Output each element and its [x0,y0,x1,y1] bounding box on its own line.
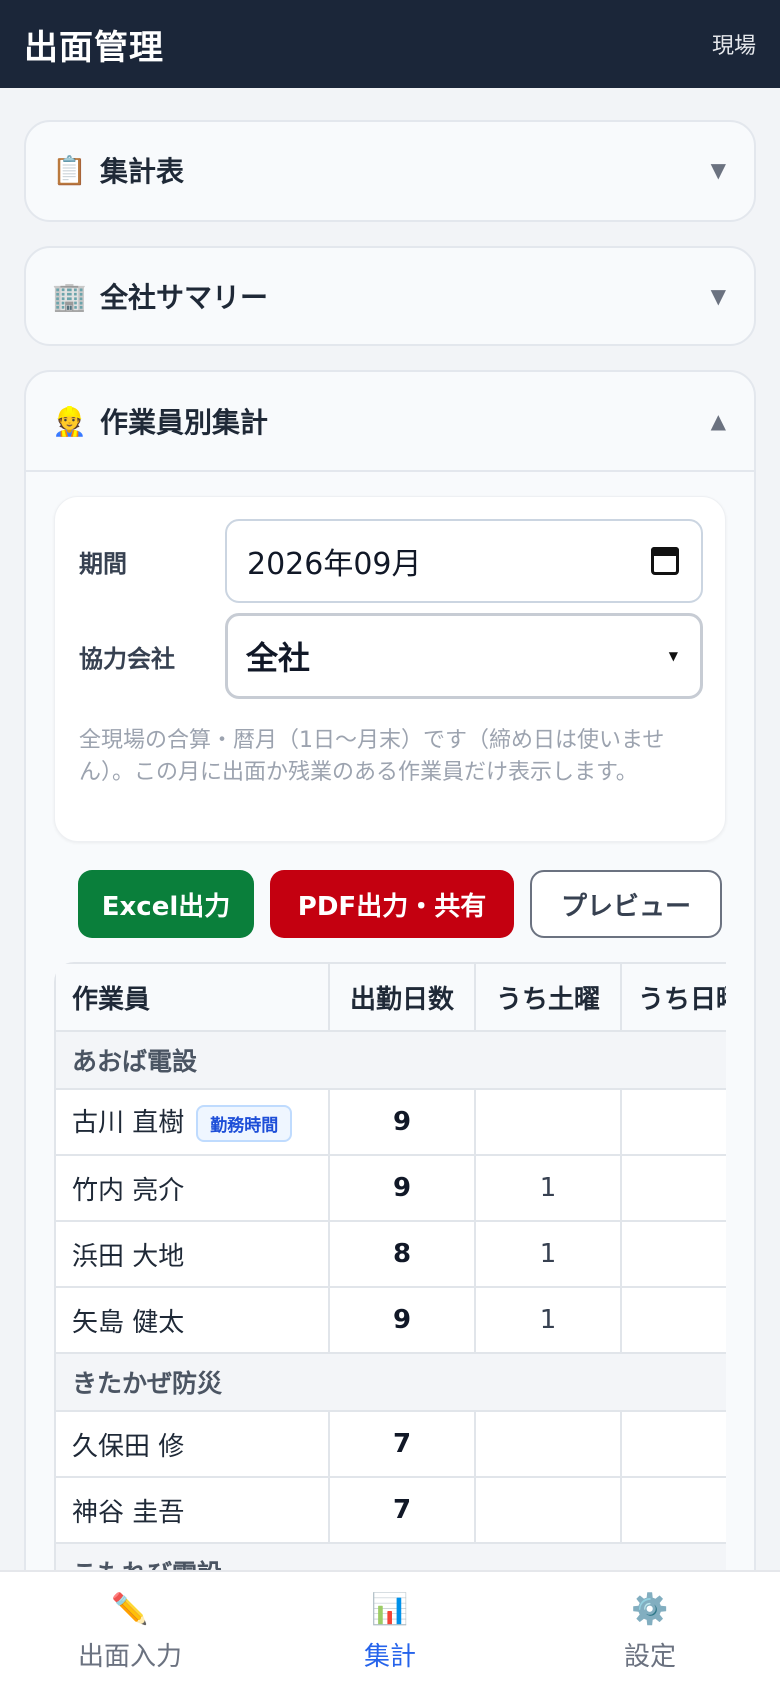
company-select[interactable]: 全社 ▼ [225,613,703,699]
worker-name: 矢島 健太 [54,1286,330,1354]
app-title: 出面管理 [24,27,164,68]
work-hours-badge: 勤務時間 [196,1105,293,1142]
table-row[interactable]: 矢島 健太 9 1 [54,1286,726,1354]
table-header-row: 作業員 出勤日数 うち土曜 うち日曜 [54,962,726,1032]
gear-icon: ⚙️ [631,1592,669,1627]
saturday-cell [474,1476,622,1544]
worker-name: 神谷 圭吾 [54,1476,330,1544]
days-cell: 9 [328,1088,476,1156]
app-header: 出面管理 現場 [0,0,780,88]
section-summary-table: 📋 集計表 ▼ [24,120,756,222]
clipboard-icon: 📋 [52,153,87,187]
section-company-summary: 🏢 全社サマリー ▼ [24,246,756,346]
section-title: 集計表 [100,155,185,188]
table-row[interactable]: 神谷 圭吾 7 [54,1476,726,1544]
construction-worker-icon: 👷 [52,404,87,438]
company-value: 全社 [246,639,311,677]
worker-name: 竹内 亮介 [54,1154,330,1222]
group-name: あおば電設 [54,1030,726,1090]
preview-button[interactable]: プレビュー [530,870,722,938]
saturday-cell: 1 [474,1286,622,1354]
nav-label: 設定 [623,1642,676,1672]
table-row[interactable]: 浜田 大地 8 1 [54,1220,726,1288]
table-row[interactable]: 古川 直樹 勤務時間 9 [54,1088,726,1156]
table-row[interactable]: 久保田 修 7 [54,1410,726,1478]
saturday-cell [474,1410,622,1478]
nav-label: 集計 [363,1642,416,1672]
worker-table-scroll[interactable]: 作業員 出勤日数 うち土曜 うち日曜 あおば電設 古川 直樹勤務時間 9 [54,962,726,1582]
chevron-up-icon: ▲ [710,409,726,433]
worker-name: 久保田 修 [54,1410,330,1478]
section-title: 全社サマリー [100,281,269,314]
col-header-sunday[interactable]: うち日曜 [620,962,726,1032]
pdf-export-share-button[interactable]: PDF出力・共有 [270,870,514,938]
saturday-cell: 1 [474,1154,622,1222]
sunday-cell [620,1476,726,1544]
saturday-cell [474,1088,622,1156]
dropdown-caret-icon: ▼ [668,649,678,663]
office-building-icon: 🏢 [52,279,87,313]
nav-attendance-input[interactable]: ✏️ 出面入力 [0,1572,260,1688]
bar-chart-icon: 📊 [371,1592,409,1627]
nav-settings[interactable]: ⚙️ 設定 [520,1572,780,1688]
sunday-cell [620,1220,726,1288]
days-cell: 8 [328,1220,476,1288]
sunday-cell [620,1286,726,1354]
days-cell: 9 [328,1154,476,1222]
period-month-input[interactable]: 2026年09月 [225,519,703,603]
filter-card: 期間 2026年09月 協力会社 全社 ▼ 全現場の合算・暦月（1日〜月末）です… [54,496,726,842]
export-buttons: Excel出力 PDF出力・共有 プレビュー [78,870,722,938]
worker-name-cell: 古川 直樹 勤務時間 [54,1088,330,1156]
worker-table: 作業員 出勤日数 うち土曜 うち日曜 あおば電設 古川 直樹勤務時間 9 [54,962,726,1582]
sunday-cell [620,1410,726,1478]
company-row: 協力会社 全社 ▼ [79,613,703,699]
worker-name: 古川 直樹 [72,1108,185,1138]
group-row: あおば電設 [54,1030,726,1090]
days-cell: 9 [328,1286,476,1354]
nav-label: 出面入力 [77,1642,182,1672]
pencil-icon: ✏️ [111,1592,149,1627]
nav-summary[interactable]: 📊 集計 [260,1572,520,1688]
col-header-days[interactable]: 出勤日数 [328,962,476,1032]
col-header-saturday[interactable]: うち土曜 [474,962,622,1032]
chevron-down-icon: ▼ [710,284,726,308]
chevron-down-icon: ▼ [710,158,726,182]
group-name: きたかぜ防災 [54,1352,726,1412]
section-worker-summary-header[interactable]: 👷 作業員別集計 ▲ [26,372,754,472]
table-row[interactable]: 竹内 亮介 9 1 [54,1154,726,1222]
col-header-worker[interactable]: 作業員 [54,962,330,1032]
bottom-nav: ✏️ 出面入力 📊 集計 ⚙️ 設定 [0,1570,780,1688]
section-worker-summary: 👷 作業員別集計 ▲ 期間 2026年09月 協力会社 全社 ▼ 全現場の合算・… [24,370,756,1688]
sunday-cell [620,1088,726,1156]
days-cell: 7 [328,1410,476,1478]
group-row: きたかぜ防災 [54,1352,726,1412]
period-label: 期間 [79,549,127,578]
period-row: 期間 2026年09月 [79,519,703,603]
site-link[interactable]: 現場 [712,28,756,60]
calendar-icon[interactable] [651,547,679,575]
saturday-cell: 1 [474,1220,622,1288]
excel-export-button[interactable]: Excel出力 [78,870,254,938]
worker-name: 浜田 大地 [54,1220,330,1288]
company-label: 協力会社 [79,644,175,673]
days-cell: 7 [328,1476,476,1544]
period-value: 2026年09月 [247,547,422,582]
section-company-summary-header[interactable]: 🏢 全社サマリー ▼ [26,248,754,344]
sunday-cell [620,1154,726,1222]
filter-note: 全現場の合算・暦月（1日〜月末）です（締め日は使いません）。この月に出面か残業の… [79,728,665,785]
section-title: 作業員別集計 [100,406,269,439]
section-summary-table-header[interactable]: 📋 集計表 ▼ [26,122,754,218]
